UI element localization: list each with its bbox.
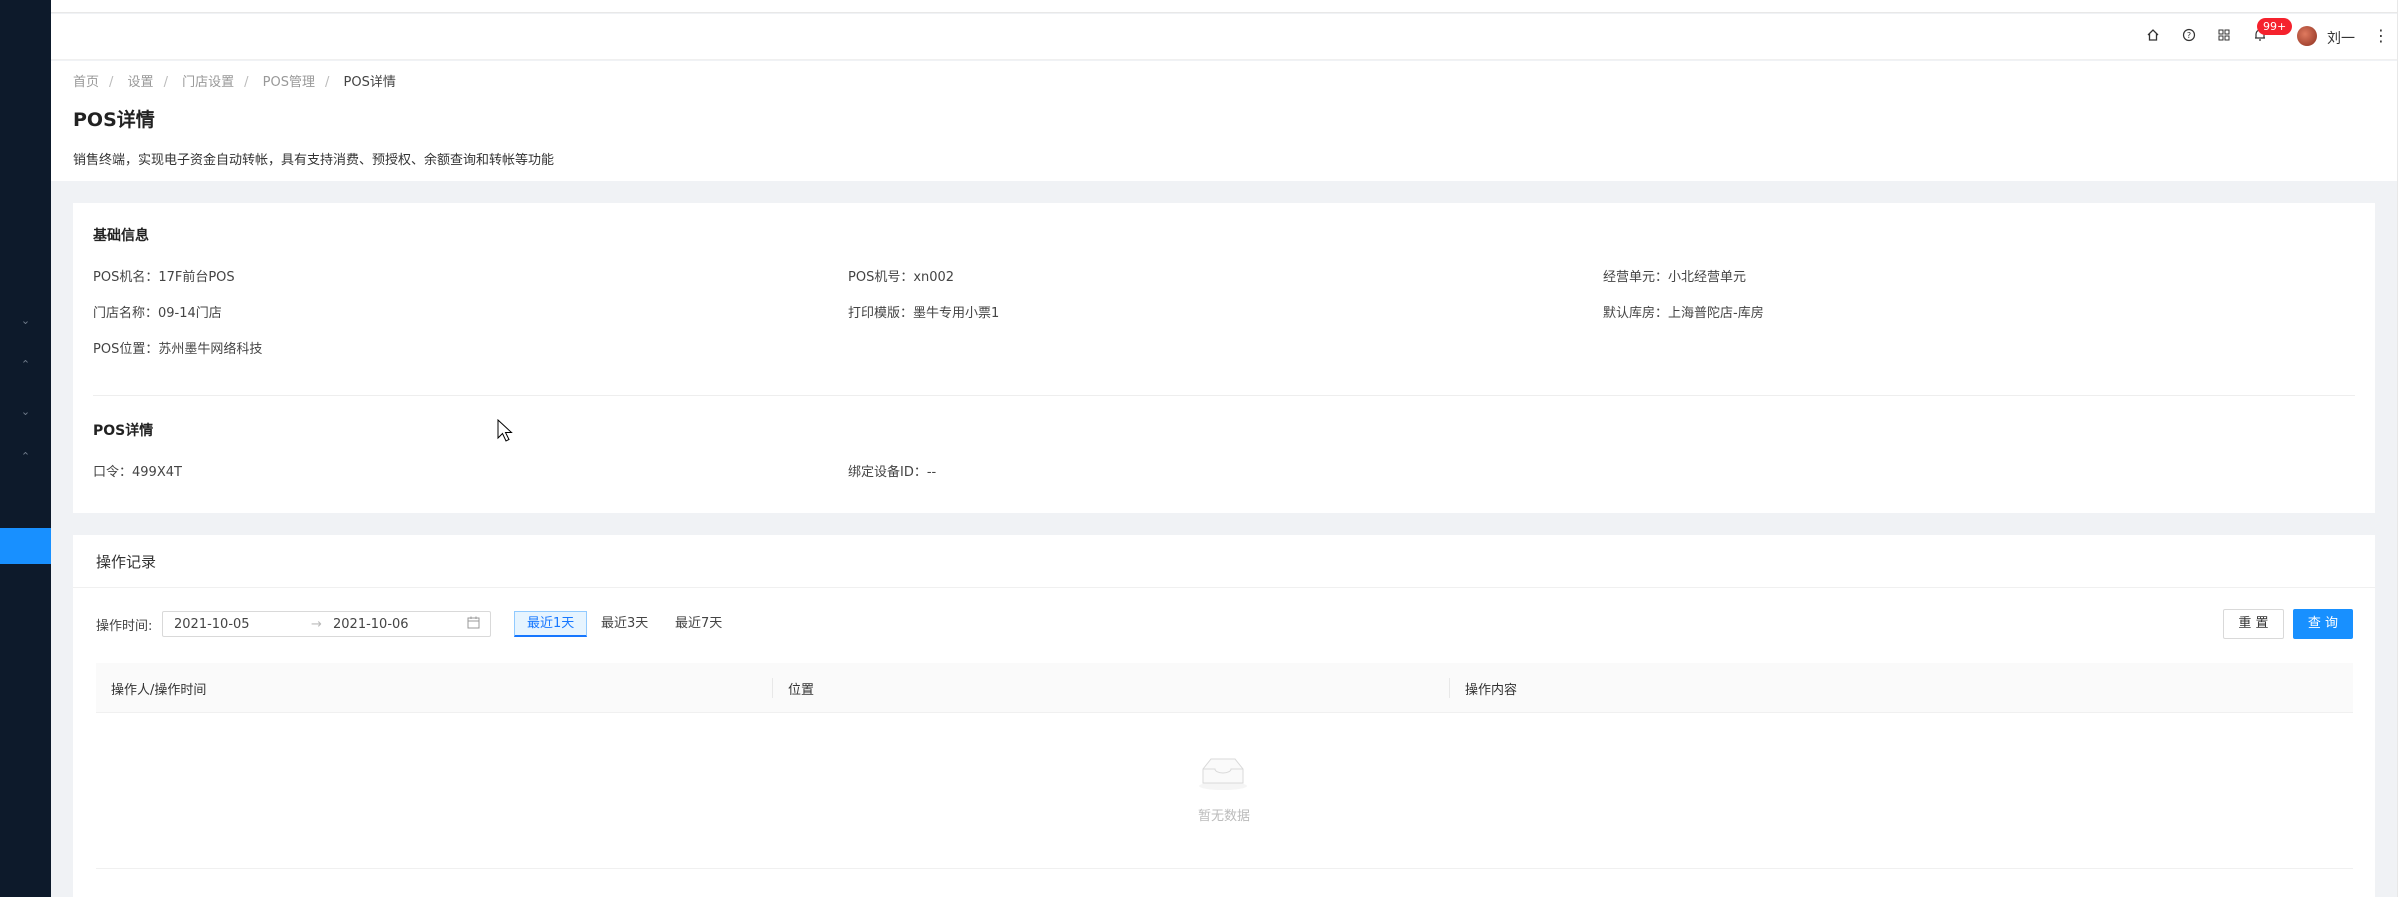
avatar[interactable]: [2297, 26, 2317, 46]
breadcrumb-current: POS详情: [343, 75, 396, 90]
breadcrumb: 首页 / 设置 / 门店设置 / POS管理 / POS详情: [73, 75, 396, 90]
more-icon[interactable]: ⋮: [2373, 26, 2389, 45]
top-header: ? 99+ 刘一 ⋮: [51, 14, 2397, 60]
default-warehouse-field: 默认库房：上海普陀店-库房: [1603, 306, 1764, 321]
column-content: 操作内容: [1465, 683, 1518, 698]
column-operator-time: 操作人/操作时间: [111, 683, 207, 698]
page-description: 销售终端，实现电子资金自动转帐，具有支持消费、预授权、余额查询和转帐等功能: [73, 153, 555, 168]
sidebar: ⌄ ⌃ ⌄ ⌃: [0, 0, 51, 897]
device-id-field: 绑定设备ID：--: [848, 465, 937, 480]
page-header: 首页 / 设置 / 门店设置 / POS管理 / POS详情 POS详情 销售终端，实现…: [51, 61, 2397, 181]
chevron-up-icon[interactable]: ⌃: [0, 448, 51, 466]
breadcrumb-home[interactable]: 首页: [73, 75, 99, 90]
page-title: POS详情: [73, 109, 155, 131]
operation-records-card: 操作记录 操作时间: 2021-10-05 → 2021-10-06 最近1天 …: [73, 535, 2375, 897]
breadcrumb-settings[interactable]: 设置: [128, 75, 154, 90]
breadcrumb-store-settings[interactable]: 门店设置: [182, 75, 234, 90]
section-divider: [93, 395, 2355, 396]
breadcrumb-pos-management[interactable]: POS管理: [263, 75, 315, 90]
user-name[interactable]: 刘一: [2327, 28, 2355, 48]
end-date-input[interactable]: 2021-10-06: [333, 617, 409, 632]
start-date-input[interactable]: 2021-10-05: [174, 617, 250, 632]
scrollbar-track[interactable]: [2397, 0, 2407, 897]
chevron-up-icon[interactable]: ⌃: [0, 356, 51, 374]
empty-box-icon: [1199, 758, 1247, 790]
column-divider[interactable]: [1449, 678, 1450, 698]
range-7-days-button[interactable]: 最近7天: [662, 611, 735, 637]
column-location: 位置: [788, 683, 815, 698]
range-3-days-button[interactable]: 最近3天: [588, 611, 661, 637]
window-top-bar: [51, 0, 2407, 13]
time-label: 操作时间:: [96, 619, 153, 634]
business-unit-field: 经营单元：小北经营单元: [1603, 270, 1747, 285]
svg-text:?: ?: [2187, 31, 2191, 40]
print-template-field: 打印模版：墨牛专用小票1: [848, 306, 1000, 321]
column-divider[interactable]: [772, 678, 773, 698]
password-field: 口令：499X4T: [93, 465, 182, 480]
home-icon[interactable]: [2144, 28, 2162, 46]
chevron-down-icon[interactable]: ⌄: [0, 403, 51, 421]
chevron-down-icon[interactable]: ⌄: [0, 312, 51, 330]
mouse-cursor-icon: [497, 419, 513, 442]
table-bottom-border: [96, 868, 2353, 869]
table-header: 操作人/操作时间 位置 操作内容: [96, 663, 2353, 713]
pos-detail-title: POS详情: [93, 423, 154, 439]
reset-button[interactable]: 重 置: [2223, 609, 2284, 639]
arrow-right-icon: →: [311, 617, 322, 632]
basic-info-card: 基础信息 POS机名：17F前台POS POS机号：xn002 经营单元：小北经…: [73, 203, 2375, 513]
help-icon[interactable]: ?: [2180, 28, 2198, 46]
pos-number-field: POS机号：xn002: [848, 270, 955, 285]
empty-text: 暂无数据: [1198, 809, 1251, 824]
pos-location-field: POS位置：苏州墨牛网络科技: [93, 342, 263, 357]
notification-badge: 99+: [2257, 18, 2293, 35]
date-range-picker[interactable]: 2021-10-05 → 2021-10-06: [162, 611, 491, 637]
range-1-day-button[interactable]: 最近1天: [514, 611, 588, 637]
records-divider: [73, 587, 2375, 588]
sidebar-active-item[interactable]: [0, 528, 51, 564]
calendar-icon[interactable]: [467, 616, 480, 633]
apps-icon[interactable]: [2215, 28, 2233, 46]
store-name-field: 门店名称：09-14门店: [93, 306, 222, 321]
pos-name-field: POS机名：17F前台POS: [93, 270, 235, 285]
records-title: 操作记录: [96, 553, 157, 571]
query-button[interactable]: 查 询: [2293, 609, 2353, 639]
basic-info-title: 基础信息: [93, 228, 149, 244]
